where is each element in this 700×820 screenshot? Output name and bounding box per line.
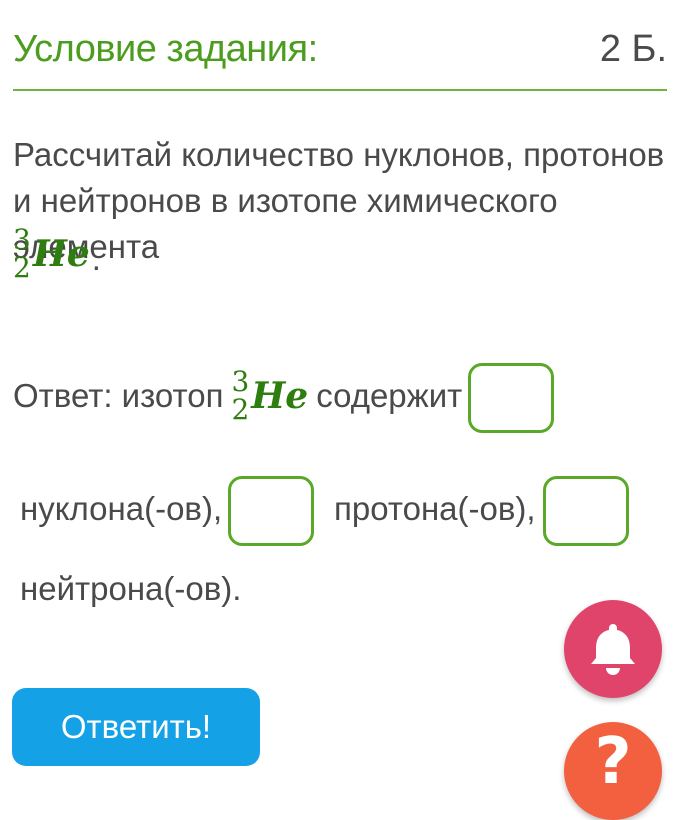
neutrons-label: нейтрона(-ов). bbox=[20, 570, 242, 607]
submit-button[interactable]: Ответить! bbox=[12, 688, 260, 766]
isotope-atomic-number: 2 bbox=[231, 393, 250, 426]
protons-label: протона(-ов), bbox=[334, 490, 536, 527]
answer-contains: содержит bbox=[316, 377, 463, 414]
isotope-atomic-number: 2 bbox=[13, 251, 31, 284]
task-title: Условие задания: bbox=[13, 28, 318, 70]
notification-button[interactable] bbox=[564, 600, 662, 698]
bell-icon bbox=[591, 624, 635, 675]
neutrons-input[interactable] bbox=[543, 476, 629, 546]
help-button[interactable]: ? bbox=[564, 722, 662, 820]
isotope-symbol: He bbox=[251, 375, 309, 417]
header-divider bbox=[13, 89, 667, 91]
answer-prefix: Ответ: изотоп bbox=[13, 377, 224, 414]
isotope-notation: 3 2 He bbox=[13, 226, 90, 282]
question-mark-icon: ? bbox=[594, 725, 632, 799]
isotope-symbol: He bbox=[32, 233, 90, 275]
nucleons-input[interactable] bbox=[468, 363, 554, 433]
question-text: Рассчитай количество нуклонов, протонов … bbox=[13, 136, 665, 265]
question-end-punct: . bbox=[91, 240, 101, 277]
answer-isotope: 3 2 He bbox=[231, 368, 308, 424]
isotope-mass-number: 3 bbox=[13, 223, 31, 256]
question-isotope: 3 2 He . bbox=[13, 226, 101, 282]
nucleons-label: нуклона(-ов), bbox=[20, 490, 223, 527]
isotope-mass-number: 3 bbox=[231, 365, 250, 398]
task-points: 2 Б. bbox=[599, 28, 667, 70]
answer-line: Ответ: изотоп 3 2 He содержит bbox=[13, 368, 462, 424]
protons-input[interactable] bbox=[228, 476, 314, 546]
